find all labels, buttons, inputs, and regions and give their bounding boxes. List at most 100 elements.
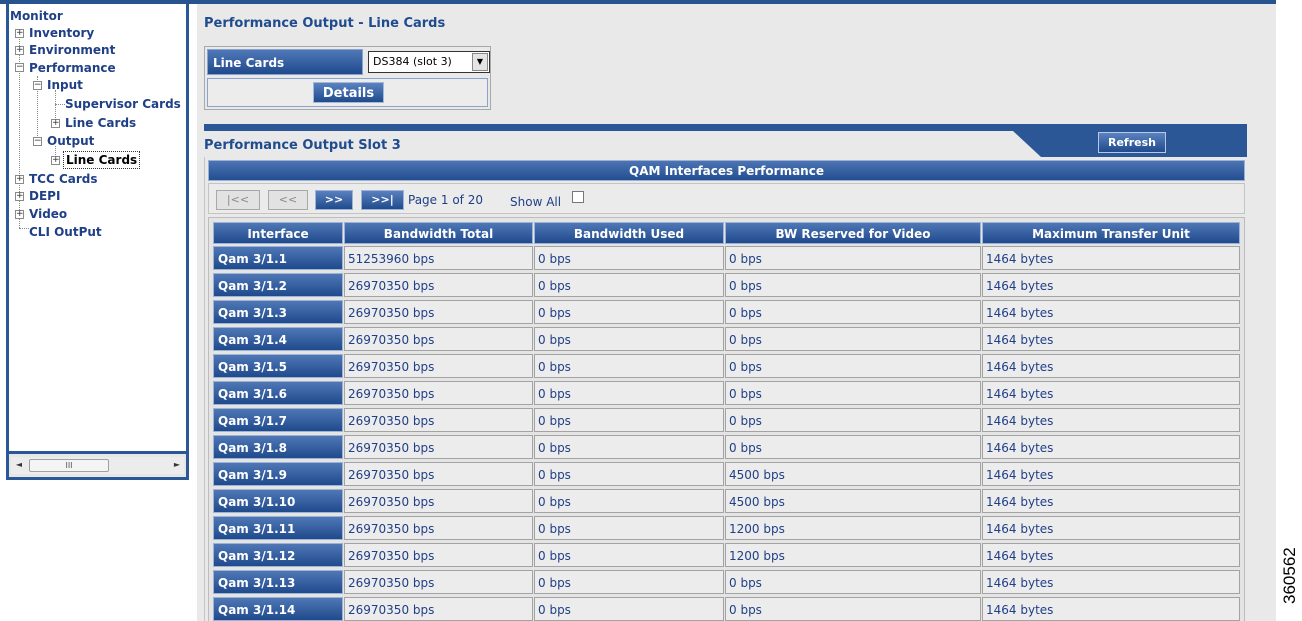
tree-item-inventory[interactable]: Inventory (29, 25, 94, 41)
expand-icon[interactable]: + (15, 29, 24, 38)
horizontal-scrollbar[interactable]: ◄ III ► (11, 457, 184, 474)
table-cell-bandwidth-total: 26970350 bps (344, 462, 533, 486)
table-cell-maximum-transfer-unit: 1464 bytes (982, 408, 1240, 432)
table-cell-bw-reserved-video: 0 bps (725, 597, 981, 621)
scrollbar-thumb[interactable]: III (29, 459, 109, 472)
page-indicator: Page 1 of 20 (408, 193, 483, 207)
table-cell-bandwidth-total: 26970350 bps (344, 597, 533, 621)
table-cell-bw-reserved-video: 0 bps (725, 408, 981, 432)
scroll-left-icon[interactable]: ◄ (13, 459, 25, 471)
table-cell-bandwidth-total: 26970350 bps (344, 381, 533, 405)
table-cell-maximum-transfer-unit: 1464 bytes (982, 246, 1240, 270)
tree-line (19, 228, 29, 229)
table-cell-interface: Qam 3/1.4 (213, 327, 343, 351)
table-cell-maximum-transfer-unit: 1464 bytes (982, 381, 1240, 405)
expand-icon[interactable]: + (51, 119, 60, 128)
table-cell-bw-reserved-video: 1200 bps (725, 516, 981, 540)
table-cell-interface: Qam 3/1.14 (213, 597, 343, 621)
table-cell-bw-reserved-video: 0 bps (725, 435, 981, 459)
expand-icon[interactable]: + (51, 156, 60, 165)
collapse-icon[interactable]: − (33, 137, 42, 146)
slot-title: Performance Output Slot 3 (204, 138, 401, 153)
main-content: Performance Output - Line Cards Line Car… (197, 4, 1276, 621)
table-cell-bandwidth-used: 0 bps (534, 462, 724, 486)
table-cell-bandwidth-used: 0 bps (534, 327, 724, 351)
tree-item-input-line-cards[interactable]: Line Cards (65, 115, 136, 131)
column-header-bw-reserved-video: BW Reserved for Video (725, 222, 981, 244)
table-cell-bandwidth-total: 51253960 bps (344, 246, 533, 270)
refresh-button[interactable]: Refresh (1098, 132, 1166, 153)
table-cell-maximum-transfer-unit: 1464 bytes (982, 300, 1240, 324)
table-cell-maximum-transfer-unit: 1464 bytes (982, 435, 1240, 459)
table-cell-bandwidth-total: 26970350 bps (344, 300, 533, 324)
table-cell-interface: Qam 3/1.1 (213, 246, 343, 270)
expand-icon[interactable]: + (15, 175, 24, 184)
figure-id: 360562 (1279, 545, 1301, 605)
table-cell-interface: Qam 3/1.6 (213, 381, 343, 405)
navigation-tree-viewport: Monitor + Inventory + Environment − Perf… (9, 4, 186, 454)
details-button[interactable]: Details (313, 82, 384, 103)
column-header-interface: Interface (213, 222, 343, 244)
table-cell-bandwidth-used: 0 bps (534, 408, 724, 432)
table-cell-bandwidth-used: 0 bps (534, 570, 724, 594)
column-header-bandwidth-used: Bandwidth Used (534, 222, 724, 244)
tree-item-performance[interactable]: Performance (29, 60, 116, 76)
expand-icon[interactable]: + (15, 210, 24, 219)
show-all-label: Show All (510, 195, 562, 209)
column-header-maximum-transfer-unit: Maximum Transfer Unit (982, 222, 1240, 244)
expand-icon[interactable]: + (15, 192, 24, 201)
table-cell-interface: Qam 3/1.13 (213, 570, 343, 594)
show-all-checkbox[interactable] (572, 191, 584, 203)
table-cell-bw-reserved-video: 0 bps (725, 381, 981, 405)
table-cell-bandwidth-total: 26970350 bps (344, 354, 533, 378)
table-cell-maximum-transfer-unit: 1464 bytes (982, 516, 1240, 540)
tree-item-supervisor-cards[interactable]: Supervisor Cards (65, 96, 181, 112)
tree-item-monitor[interactable]: Monitor (10, 8, 63, 24)
slot-header-bar (204, 124, 1247, 131)
table-cell-bandwidth-used: 0 bps (534, 381, 724, 405)
table-cell-bw-reserved-video: 1200 bps (725, 543, 981, 567)
tree-item-output[interactable]: Output (47, 133, 94, 149)
tree-item-input[interactable]: Input (47, 77, 83, 93)
table-cell-maximum-transfer-unit: 1464 bytes (982, 597, 1240, 621)
next-page-button[interactable]: >> (315, 190, 353, 210)
table-cell-interface: Qam 3/1.11 (213, 516, 343, 540)
table-cell-bw-reserved-video: 0 bps (725, 327, 981, 351)
details-row: Details (207, 78, 488, 107)
last-page-button[interactable]: >>| (361, 190, 404, 210)
tree-item-environment[interactable]: Environment (29, 42, 115, 58)
collapse-icon[interactable]: − (15, 63, 24, 72)
tree-item-output-line-cards[interactable]: Line Cards (63, 151, 141, 169)
tree-item-depi[interactable]: DEPI (29, 188, 60, 204)
table-cell-bandwidth-used: 0 bps (534, 273, 724, 297)
qam-interfaces-table: Interface Bandwidth Total Bandwidth Used BW… (208, 217, 1245, 621)
table-cell-bandwidth-total: 26970350 bps (344, 489, 533, 513)
table-cell-bw-reserved-video: 4500 bps (725, 462, 981, 486)
collapse-icon[interactable]: − (33, 81, 42, 90)
figure-id-label: 360562 (1280, 547, 1299, 604)
table-cell-bandwidth-used: 0 bps (534, 300, 724, 324)
table-cell-maximum-transfer-unit: 1464 bytes (982, 543, 1240, 567)
table-cell-bandwidth-total: 26970350 bps (344, 327, 533, 351)
line-cards-label: Line Cards (207, 49, 363, 75)
expand-icon[interactable]: + (15, 46, 24, 55)
table-cell-bw-reserved-video: 0 bps (725, 354, 981, 378)
table-cell-bandwidth-total: 26970350 bps (344, 273, 533, 297)
previous-page-button[interactable]: << (268, 190, 308, 210)
first-page-button[interactable]: |<< (216, 190, 260, 210)
dropdown-arrow-icon[interactable]: ▼ (472, 53, 488, 71)
scroll-right-icon[interactable]: ► (171, 459, 183, 471)
column-header-bandwidth-total: Bandwidth Total (344, 222, 533, 244)
table-cell-interface: Qam 3/1.2 (213, 273, 343, 297)
table-cell-bandwidth-total: 26970350 bps (344, 516, 533, 540)
table-cell-bw-reserved-video: 0 bps (725, 570, 981, 594)
table-cell-interface: Qam 3/1.3 (213, 300, 343, 324)
table-cell-interface: Qam 3/1.9 (213, 462, 343, 486)
tree-item-cli-output[interactable]: CLI OutPut (29, 224, 102, 240)
tree-item-tcc-cards[interactable]: TCC Cards (29, 171, 98, 187)
table-cell-maximum-transfer-unit: 1464 bytes (982, 489, 1240, 513)
table-cell-bandwidth-used: 0 bps (534, 246, 724, 270)
line-card-select[interactable]: DS384 (slot 3) ▼ (368, 51, 490, 73)
tree-item-video[interactable]: Video (29, 206, 67, 222)
table-cell-bandwidth-used: 0 bps (534, 597, 724, 621)
